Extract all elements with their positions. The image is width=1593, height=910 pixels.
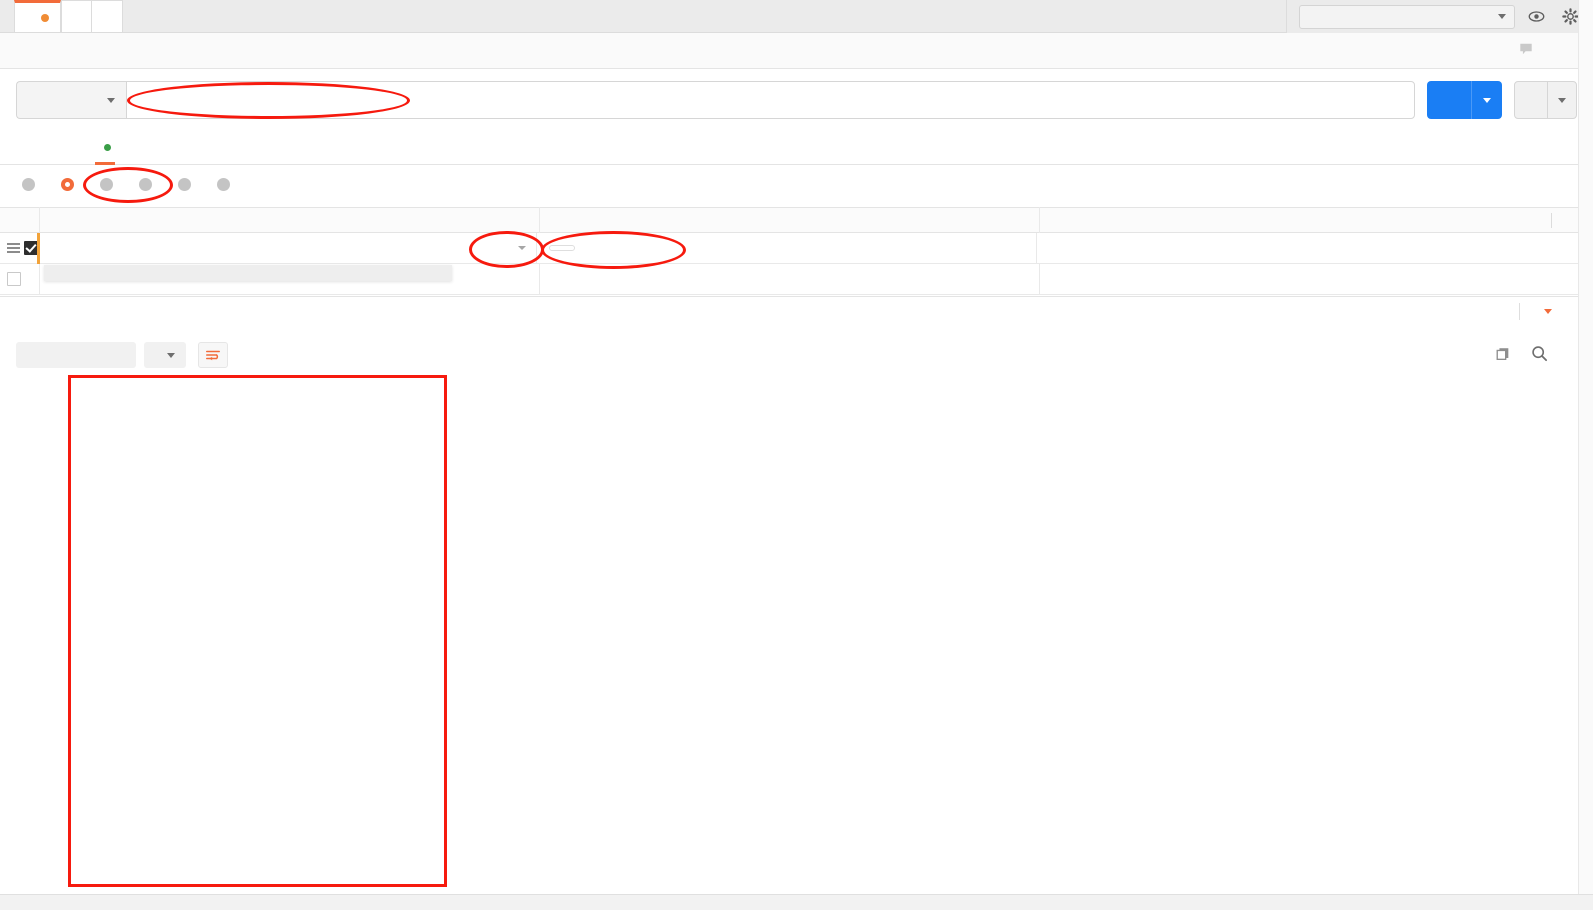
radio-icon [22,177,35,191]
row-description-cell[interactable] [1037,233,1578,264]
formdata-header-actions [1539,212,1578,228]
tab-bar [0,0,1593,33]
search-icon[interactable] [1531,345,1548,365]
response-header [0,296,1578,326]
http-method-select[interactable] [16,81,126,119]
header-grip-cell [0,207,40,233]
body-type-none[interactable] [22,177,52,191]
radio-selected-icon [61,177,74,191]
divider [1551,212,1552,228]
request-section-tabs [0,131,1593,165]
line-number-gutter [0,374,52,896]
eye-icon[interactable] [1523,5,1549,29]
response-tab-cookies[interactable] [36,297,64,327]
new-tab-button[interactable] [61,0,92,32]
response-tab-headers[interactable] [64,297,96,327]
tab-more-button[interactable] [92,0,123,32]
body-type-graphql[interactable] [217,177,247,191]
comments-button[interactable] [1519,42,1577,59]
column-header-value [540,207,1040,233]
radio-icon [100,177,113,191]
url-input[interactable] [126,81,1415,119]
tab-bar-left [0,0,123,32]
environment-select[interactable] [1299,4,1515,29]
response-body-viewer[interactable] [0,374,1578,896]
row-checkbox[interactable] [7,272,21,286]
save-dropdown-button[interactable] [1548,97,1576,103]
row-value-cell[interactable] [540,263,1040,295]
body-type-form-data[interactable] [61,177,91,191]
radio-icon [178,177,191,191]
wrap-lines-icon[interactable] [198,342,228,368]
copy-icon[interactable] [1495,346,1511,365]
status-bar [0,894,1593,910]
tab-tests[interactable] [150,131,176,165]
column-header-description [1040,207,1578,233]
divider [1519,303,1520,320]
row-description-cell[interactable] [1040,264,1578,295]
unsaved-dot-icon [41,13,49,22]
drag-handle-icon[interactable] [7,243,20,253]
tab-params[interactable] [16,131,29,165]
response-view-toolbar [0,336,1578,374]
formdata-table-header [0,207,1578,233]
tab-bar-right [1286,0,1593,33]
chevron-down-icon [1558,97,1566,103]
right-rail [1578,0,1593,910]
row-value-cell[interactable] [537,232,1037,264]
body-type-raw[interactable] [139,177,169,191]
row-type-select[interactable] [514,246,526,250]
response-tab-test-results[interactable] [96,297,124,327]
row-checkbox[interactable] [24,241,38,255]
row-key-cell[interactable] [37,232,537,264]
body-type-radio-group [0,165,1593,203]
save-button[interactable] [1514,81,1577,119]
tab-body[interactable] [86,131,124,165]
response-view-modes [16,342,136,368]
chevron-down-icon [167,352,175,358]
radio-icon [139,177,152,191]
send-button[interactable] [1427,81,1502,119]
send-dropdown-button[interactable] [1472,97,1502,103]
row-grip-cell[interactable] [0,263,40,295]
save-response-button[interactable] [1537,309,1552,314]
body-type-binary[interactable] [178,177,208,191]
url-bar [0,69,1593,131]
file-chip[interactable] [549,245,575,251]
response-format-select[interactable] [144,342,186,368]
table-row[interactable] [0,232,1578,264]
response-json-code[interactable] [52,374,1578,896]
tab-authorization[interactable] [29,131,55,165]
request-tab[interactable] [14,0,61,32]
working-directory-warning [44,265,452,281]
chevron-down-icon [1483,97,1491,103]
body-active-dot-icon [104,144,111,151]
column-header-key [40,207,540,233]
request-name-bar [0,33,1593,69]
comment-icon [1519,42,1533,59]
chevron-down-icon [1544,309,1552,314]
response-meta [1468,303,1562,320]
body-type-x-www-form-urlencoded[interactable] [100,177,130,191]
response-toolbar-right [1495,345,1562,365]
chevron-down-icon [1498,14,1506,19]
tab-pre-request-script[interactable] [124,131,150,165]
response-tab-body[interactable] [16,297,36,327]
tab-settings[interactable] [176,131,202,165]
chevron-down-icon [518,246,526,250]
postman-window [0,0,1593,910]
chevron-down-icon [107,97,115,103]
radio-icon [217,177,230,191]
row-grip-cell[interactable] [0,232,40,264]
tab-headers[interactable] [55,131,86,165]
